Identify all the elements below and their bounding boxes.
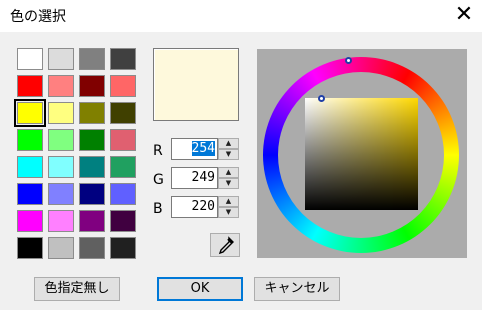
b-down-button[interactable]: ▼ [218,207,239,218]
color-swatch[interactable] [48,156,74,178]
color-swatch[interactable] [17,183,43,205]
r-value-field[interactable]: 254 [171,138,218,160]
color-swatch[interactable] [17,237,43,259]
color-picker-dialog: 色の選択 ✕ R 254 ▲ ▼ G 249 ▲ ▼ B 220 ▲ ▼ 色指定… [0,0,482,310]
saturation-value-square[interactable] [305,98,418,210]
color-swatch[interactable] [48,210,74,232]
color-preview [153,48,239,121]
color-swatch[interactable] [14,99,46,127]
color-swatch[interactable] [79,102,105,124]
color-swatch[interactable] [79,210,105,232]
color-swatch[interactable] [79,156,105,178]
g-up-button[interactable]: ▲ [218,167,239,178]
color-swatch[interactable] [79,183,105,205]
sv-marker[interactable] [318,95,325,102]
r-up-button[interactable]: ▲ [218,138,239,149]
color-swatch[interactable] [79,237,105,259]
b-value-field[interactable]: 220 [171,196,218,218]
color-swatch[interactable] [110,156,136,178]
color-swatch[interactable] [17,210,43,232]
color-swatch[interactable] [79,129,105,151]
g-down-button[interactable]: ▼ [218,178,239,189]
color-swatch[interactable] [17,129,43,151]
cancel-button[interactable]: キャンセル [254,277,340,301]
color-swatch[interactable] [110,75,136,97]
color-swatch[interactable] [48,129,74,151]
b-spinner: 220 ▲ ▼ [171,196,239,218]
g-spinner: 249 ▲ ▼ [171,167,239,189]
no-color-button[interactable]: 色指定無し [34,277,120,301]
eyedropper-button[interactable] [210,233,240,257]
color-swatch[interactable] [17,48,43,70]
title-bar: 色の選択 ✕ [0,0,482,32]
color-swatch[interactable] [110,183,136,205]
color-swatch[interactable] [79,48,105,70]
b-up-button[interactable]: ▲ [218,196,239,207]
color-swatch[interactable] [17,156,43,178]
color-swatch[interactable] [48,48,74,70]
r-spinner: 254 ▲ ▼ [171,138,239,160]
g-value-field[interactable]: 249 [171,167,218,189]
hue-marker[interactable] [345,57,352,64]
color-swatch[interactable] [79,75,105,97]
dialog-title: 色の選択 [10,9,66,25]
color-swatch[interactable] [48,183,74,205]
b-label: B [153,201,163,217]
color-swatch[interactable] [110,210,136,232]
color-swatch[interactable] [110,237,136,259]
color-swatch[interactable] [110,102,136,124]
r-down-button[interactable]: ▼ [218,149,239,160]
r-label: R [153,143,163,159]
color-swatch[interactable] [48,237,74,259]
eyedropper-icon [218,236,234,255]
ok-button[interactable]: OK [157,277,243,301]
color-swatch[interactable] [48,102,74,124]
color-swatch[interactable] [48,75,74,97]
color-palette [14,48,141,259]
color-swatch[interactable] [110,129,136,151]
color-swatch[interactable] [110,48,136,70]
color-swatch[interactable] [17,75,43,97]
g-label: G [153,172,164,188]
hue-wheel-panel [257,49,467,258]
close-icon[interactable]: ✕ [448,1,480,31]
